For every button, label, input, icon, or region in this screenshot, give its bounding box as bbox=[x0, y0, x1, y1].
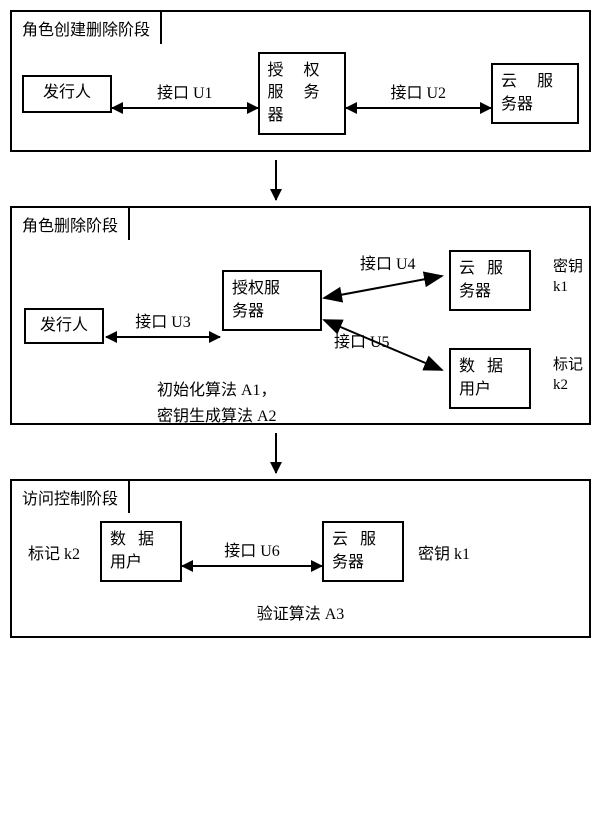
stage-access-control: 访问控制阶段 标记 k2 数据用户 接口 U6 云服务器 密钥 k1 验证算法 … bbox=[10, 479, 591, 638]
stage3-title: 访问控制阶段 bbox=[10, 479, 130, 513]
flow-arrow-2 bbox=[10, 433, 591, 473]
label-u6: 接口 U6 bbox=[224, 537, 280, 561]
cloud-server-box: 云服务器 bbox=[491, 63, 579, 124]
auth-server-box: 授权服务器 bbox=[258, 52, 346, 135]
arrow-u3: 接口 U3 bbox=[106, 308, 220, 338]
cloud-server-box-2: 云服务器 bbox=[449, 250, 531, 311]
flow-arrow-1 bbox=[10, 160, 591, 200]
verify-algo-note: 验证算法 A3 bbox=[12, 600, 589, 636]
label-u4: 接口 U4 bbox=[360, 250, 416, 274]
key-k1-label: 密钥k1 bbox=[553, 258, 583, 297]
note-a2: 密钥生成算法 A2 bbox=[157, 404, 277, 430]
issuer-box-2: 发行人 bbox=[24, 308, 104, 344]
stage2-notes: 初始化算法 A1， 密钥生成算法 A2 bbox=[157, 378, 277, 429]
data-user-text: 数据用户 bbox=[459, 356, 521, 401]
data-user-box-3: 数据用户 bbox=[100, 521, 182, 582]
cloud-server-text-2: 云服务器 bbox=[459, 258, 521, 303]
arrow-u6: 接口 U6 bbox=[182, 537, 322, 567]
auth-server-box-2: 授权服务器 bbox=[222, 270, 322, 331]
key-k1-label-3: 密钥 k1 bbox=[418, 540, 470, 564]
issuer-box: 发行人 bbox=[22, 75, 112, 113]
cloud-server-box-3: 云服务器 bbox=[322, 521, 404, 582]
arrow-u1: 接口 U1 bbox=[112, 79, 258, 109]
stage1-title: 角色创建删除阶段 bbox=[10, 10, 162, 44]
auth-server-text-2: 授权服务器 bbox=[232, 278, 312, 323]
label-u2: 接口 U2 bbox=[390, 79, 446, 103]
stage-role-delete: 角色删除阶段 发行人 接口 U3 授权服务器 云服务器 数据用户 bbox=[10, 206, 591, 425]
arrow-u2: 接口 U2 bbox=[346, 79, 492, 109]
note-a1: 初始化算法 A1， bbox=[157, 378, 277, 404]
mark-k2-label: 标记k2 bbox=[553, 356, 583, 395]
label-u5: 接口 U5 bbox=[334, 328, 390, 352]
data-user-text-3: 数据用户 bbox=[110, 529, 172, 574]
label-u3: 接口 U3 bbox=[106, 308, 220, 332]
mark-k2-label-3: 标记 k2 bbox=[28, 540, 80, 564]
auth-server-text: 授权服务器 bbox=[268, 60, 336, 127]
stage2-title: 角色删除阶段 bbox=[10, 206, 130, 240]
cloud-server-text: 云服务器 bbox=[501, 71, 569, 116]
data-user-box: 数据用户 bbox=[449, 348, 531, 409]
stage-role-create-delete: 角色创建删除阶段 发行人 接口 U1 授权服务器 接口 U2 云服务器 bbox=[10, 10, 591, 152]
label-u1: 接口 U1 bbox=[157, 79, 213, 103]
cloud-server-text-3: 云服务器 bbox=[332, 529, 394, 574]
stage2-body: 发行人 接口 U3 授权服务器 云服务器 数据用户 bbox=[12, 208, 589, 423]
